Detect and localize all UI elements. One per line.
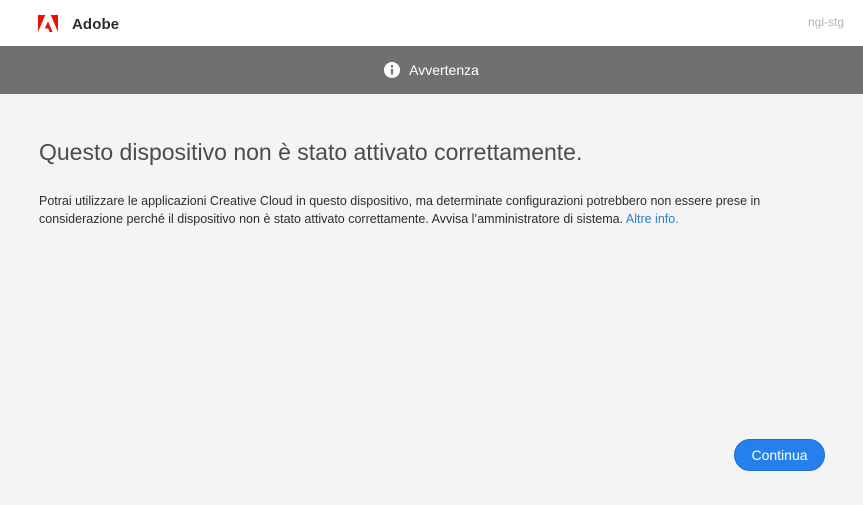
brand-name: Adobe [72, 16, 120, 33]
environment-label: ngl-stg [807, 15, 844, 29]
adobe-logo-icon [38, 15, 58, 32]
app-header: Adobe ngl-stg [0, 0, 863, 46]
warning-banner-content: Avvertenza [0, 46, 863, 94]
more-info-link[interactable]: Altre info. [626, 212, 679, 226]
warning-banner: Avvertenza [0, 46, 863, 94]
warning-title: Avvertenza [409, 62, 479, 78]
main-content: Questo dispositivo non è stato attivato … [0, 94, 863, 505]
page-title: Questo dispositivo non è stato attivato … [39, 139, 583, 165]
info-icon [384, 62, 401, 78]
continue-button[interactable]: Continua [734, 439, 825, 471]
warning-message: Potrai utilizzare le applicazioni Creati… [39, 192, 799, 228]
